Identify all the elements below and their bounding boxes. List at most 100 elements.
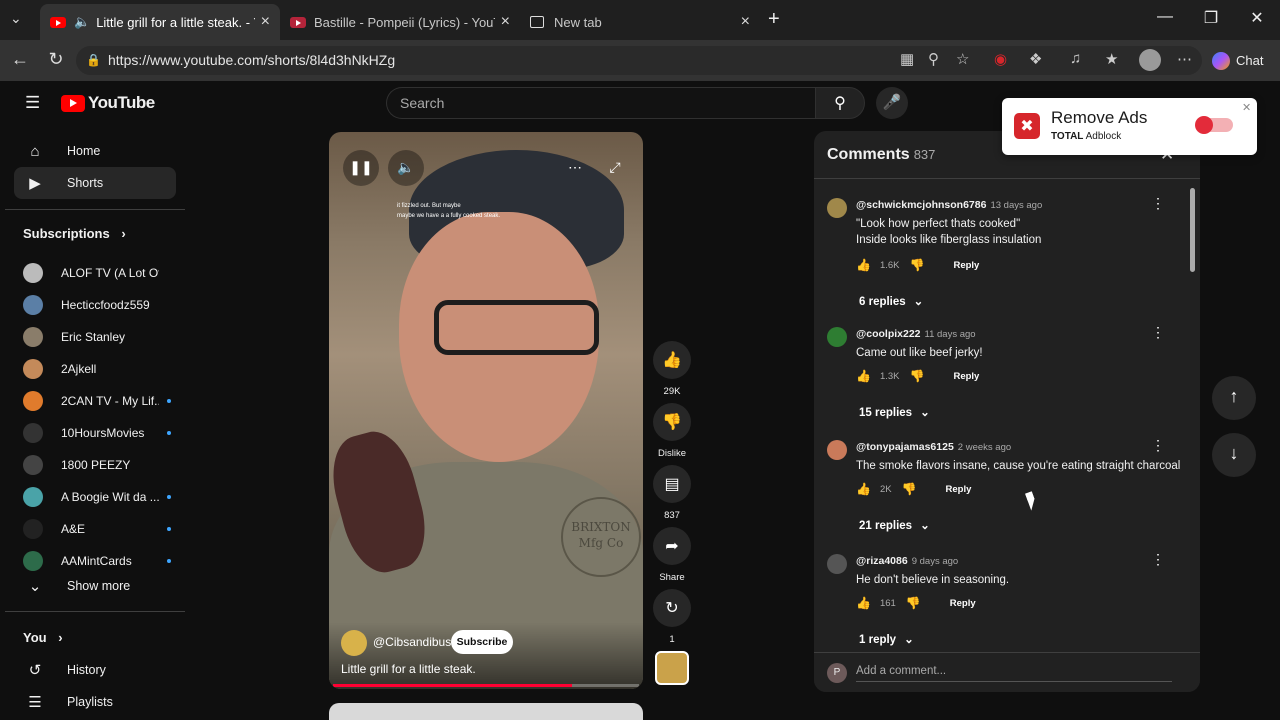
hamburger-menu-icon[interactable]: ☰ — [25, 93, 40, 113]
progress-bar[interactable] — [333, 684, 639, 687]
browser-tab-2[interactable]: Bastille - Pompeii (Lyrics) - YouTub × — [280, 4, 520, 40]
view-replies-button[interactable]: 1 reply ⌄ — [859, 632, 914, 646]
comment-more-icon[interactable]: ⋮ — [1151, 324, 1165, 341]
favorite-star-icon[interactable]: ☆ — [956, 50, 969, 68]
sidebar-item-home[interactable]: ⌂ Home — [14, 135, 176, 167]
remove-ads-toggle[interactable] — [1195, 116, 1233, 134]
more-options-icon[interactable]: ⋯ — [557, 150, 593, 186]
thumbs-down-icon[interactable]: 👎 — [910, 258, 925, 272]
comment-author[interactable]: @schwickmcjohnson6786 13 days ago — [856, 199, 1042, 211]
comment-author[interactable]: @riza4086 9 days ago — [856, 555, 958, 567]
browser-tab-3[interactable]: New tab × — [520, 4, 760, 40]
you-heading[interactable]: You › — [23, 630, 63, 645]
sidebar-item-shorts[interactable]: ▶ Shorts — [14, 167, 176, 199]
sidebar-item-playlists[interactable]: ☰ Playlists — [14, 686, 176, 718]
channel-name[interactable]: @Cibsandibus — [373, 635, 451, 649]
restore-icon[interactable]: ❐ — [1188, 8, 1234, 28]
thumbs-down-icon[interactable]: 👎 — [653, 403, 691, 441]
sidebar-item-history[interactable]: ↺ History — [14, 654, 176, 686]
apps-icon[interactable]: ▦ — [900, 50, 914, 68]
more-menu-icon[interactable]: ⋯ — [1177, 50, 1192, 68]
minimize-icon[interactable]: — — [1142, 8, 1188, 26]
close-tab-icon[interactable]: × — [261, 13, 270, 31]
close-tab-icon[interactable]: × — [741, 13, 750, 31]
audio-source-thumbnail[interactable] — [655, 651, 689, 685]
next-short-button[interactable]: ↓ — [1212, 433, 1256, 477]
short-title[interactable]: Little grill for a little steak. — [341, 662, 476, 676]
reply-button[interactable]: Reply — [953, 260, 979, 271]
voice-search-mic-icon[interactable]: 🎤 — [876, 87, 908, 119]
share-icon[interactable]: ➦ — [653, 527, 691, 565]
browser-tab-1[interactable]: 🔈 Little grill for a little steak. - Yo … — [40, 4, 280, 40]
commenter-avatar[interactable] — [827, 440, 847, 460]
view-replies-button[interactable]: 15 replies ⌄ — [859, 405, 930, 419]
share-action[interactable]: ➦ Share — [653, 527, 691, 583]
channel-avatar[interactable] — [341, 630, 367, 656]
subscriptions-heading[interactable]: Subscriptions › — [23, 226, 126, 241]
commenter-avatar[interactable] — [827, 554, 847, 574]
comment-more-icon[interactable]: ⋮ — [1151, 437, 1165, 454]
window-close-icon[interactable]: ✕ — [1234, 8, 1280, 28]
remix-icon[interactable]: ↻ — [653, 589, 691, 627]
sidebar-subscription-item[interactable]: A&E — [14, 513, 176, 545]
like-action[interactable]: 👍 29K — [653, 341, 691, 397]
fullscreen-icon[interactable]: ⤢ — [597, 150, 633, 186]
media-control-icon[interactable]: ♫ — [1070, 50, 1081, 67]
previous-short-button[interactable]: ↑ — [1212, 376, 1256, 420]
thumbs-up-icon[interactable]: 👍 — [856, 369, 871, 383]
reply-button[interactable]: Reply — [953, 371, 979, 382]
close-popup-icon[interactable]: ✕ — [1242, 101, 1251, 114]
youtube-logo[interactable]: YouTube — [61, 93, 155, 113]
speaker-icon[interactable]: 🔈 — [74, 14, 90, 30]
comment-more-icon[interactable]: ⋮ — [1151, 195, 1165, 212]
close-tab-icon[interactable]: × — [501, 13, 510, 31]
extensions-icon[interactable]: ❖ — [1029, 50, 1042, 68]
volume-icon[interactable]: 🔈 — [388, 150, 424, 186]
search-button[interactable]: ⚲ — [815, 87, 865, 119]
reply-button[interactable]: Reply — [950, 598, 976, 609]
commenter-avatar[interactable] — [827, 198, 847, 218]
profile-avatar[interactable] — [1139, 49, 1161, 71]
next-short-preview[interactable] — [329, 703, 643, 720]
view-replies-button[interactable]: 6 replies ⌄ — [859, 294, 923, 308]
commenter-avatar[interactable] — [827, 327, 847, 347]
sidebar-subscription-item[interactable]: Eric Stanley — [14, 321, 176, 353]
comment-author[interactable]: @tonypajamas6125 2 weeks ago — [856, 441, 1011, 453]
sidebar-subscription-item[interactable]: Hecticcfoodz559 — [14, 289, 176, 321]
thumbs-up-icon[interactable]: 👍 — [856, 482, 871, 496]
subscribe-button[interactable]: Subscribe — [451, 630, 513, 654]
show-more-button[interactable]: ⌄ Show more — [14, 570, 176, 602]
new-tab-plus-icon[interactable]: + — [768, 8, 780, 31]
sidebar-subscription-item[interactable]: 2CAN TV - My Lif... — [14, 385, 176, 417]
comment-more-icon[interactable]: ⋮ — [1151, 551, 1165, 568]
comment-icon[interactable]: ▤ — [653, 465, 691, 503]
reload-icon[interactable]: ↻ — [44, 49, 68, 70]
favorites-icon[interactable]: ★ — [1105, 50, 1118, 68]
comments-action[interactable]: ▤ 837 — [653, 465, 691, 521]
sidebar-subscription-item[interactable]: 1800 PEEZY — [14, 449, 176, 481]
comment-author[interactable]: @coolpix222 11 days ago — [856, 328, 976, 340]
reply-button[interactable]: Reply — [946, 484, 972, 495]
thumbs-down-icon[interactable]: 👎 — [910, 369, 925, 383]
comments-scrollbar[interactable] — [1190, 188, 1195, 272]
thumbs-up-icon[interactable]: 👍 — [856, 596, 871, 610]
search-input[interactable]: Search — [386, 87, 816, 119]
remix-action[interactable]: ↻ 1 — [653, 589, 691, 645]
thumbs-up-icon[interactable]: 👍 — [653, 341, 691, 379]
dislike-action[interactable]: 👎 Dislike — [653, 403, 691, 459]
zoom-icon[interactable]: ⚲ — [928, 50, 939, 68]
sidebar-subscription-item[interactable]: A Boogie Wit da ... — [14, 481, 176, 513]
sidebar-subscription-item[interactable]: 2Ajkell — [14, 353, 176, 385]
copilot-chat-button[interactable]: Chat — [1208, 47, 1270, 74]
back-arrow-icon[interactable]: ← — [8, 49, 32, 70]
pause-icon[interactable]: ❚❚ — [343, 150, 379, 186]
shorts-video-player[interactable]: BRIXTON Mfg Co it fizzled out. But maybe… — [329, 132, 643, 689]
thumbs-down-icon[interactable]: 👎 — [906, 596, 921, 610]
sidebar-subscription-item[interactable]: 10HoursMovies — [14, 417, 176, 449]
adblock-extension-icon[interactable]: ◉ — [994, 50, 1007, 68]
view-replies-button[interactable]: 21 replies ⌄ — [859, 518, 930, 532]
thumbs-up-icon[interactable]: 👍 — [856, 258, 871, 272]
thumbs-down-icon[interactable]: 👎 — [902, 482, 917, 496]
tab-list-chevron-icon[interactable]: ⌄ — [10, 10, 22, 27]
sidebar-subscription-item[interactable]: ALOF TV (A Lot Of ... — [14, 257, 176, 289]
